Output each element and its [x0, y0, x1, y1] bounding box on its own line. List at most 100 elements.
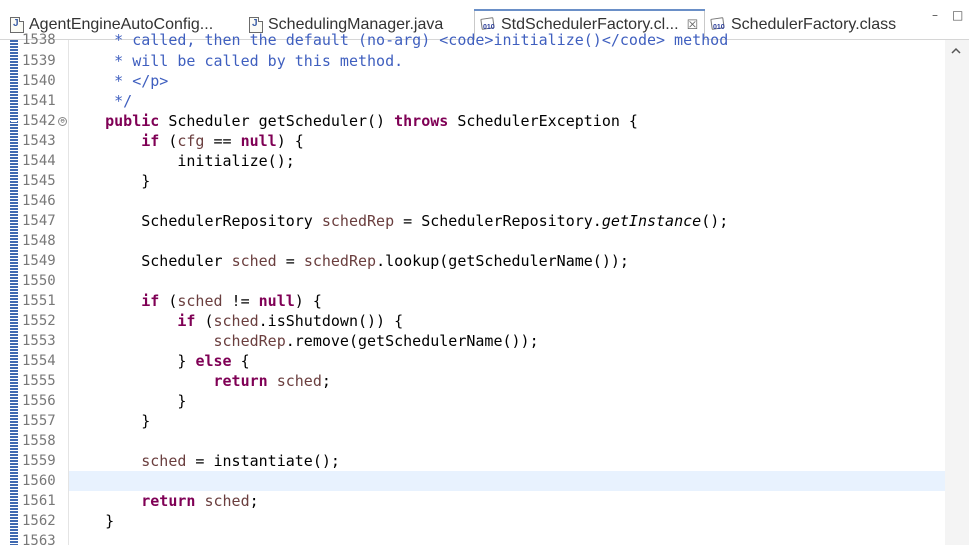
variable: sched: [267, 372, 322, 390]
code-line: 1541 */: [0, 91, 945, 111]
code-token: = SchedulerRepository.: [394, 212, 602, 230]
line-number: 1546: [22, 193, 56, 209]
vertical-scrollbar[interactable]: [945, 40, 969, 545]
line-number: 1543: [22, 133, 56, 149]
code-line: 1543 if (cfg == null) {: [0, 131, 945, 151]
code-text: schedRep.remove(getSchedulerName());: [69, 331, 539, 351]
code-token: {: [231, 352, 250, 370]
scroll-up-arrow-icon[interactable]: [951, 46, 961, 56]
variable: sched: [141, 452, 187, 470]
code-line: 1540 * </p>: [0, 71, 945, 91]
line-number: 1538: [22, 32, 56, 48]
line-number: 1547: [22, 213, 56, 229]
fold-collapse-icon[interactable]: ⊖: [58, 117, 67, 126]
code-line: 1558: [0, 431, 945, 451]
code-token: ();: [701, 212, 729, 230]
line-number: 1540: [22, 73, 56, 89]
code-token: ;: [321, 372, 331, 390]
code-token: !=: [222, 292, 259, 310]
code-token: ;: [249, 492, 259, 510]
line-number: 1550: [22, 273, 56, 289]
keyword: public: [105, 112, 160, 130]
code-line: 1553 schedRep.remove(getSchedulerName())…: [0, 331, 945, 351]
code-line: 1563: [0, 531, 945, 551]
code-token: (: [159, 132, 178, 150]
code-line: 1559 sched = instantiate();: [0, 451, 945, 471]
line-number: 1541: [22, 93, 56, 109]
code-token: ) {: [294, 292, 322, 310]
code-line: 1539 * will be called by this method.: [0, 51, 945, 71]
code-text: }: [69, 511, 114, 531]
line-number: 1563: [22, 533, 56, 549]
code-line: 1555 return sched;: [0, 371, 945, 391]
variable: cfg: [177, 132, 205, 150]
line-number: 1559: [22, 453, 56, 469]
variable: sched: [177, 292, 223, 310]
line-number: 1552: [22, 313, 56, 329]
line-number: 1560: [22, 473, 56, 489]
code-token: }: [141, 172, 151, 190]
code-line: 1549 Scheduler sched = schedRep.lookup(g…: [0, 251, 945, 271]
code-token: .lookup(getSchedulerName());: [376, 252, 629, 270]
code-text: }: [69, 391, 186, 411]
code-token: =: [276, 252, 304, 270]
code-text: */: [69, 92, 133, 110]
code-line: 1548: [0, 231, 945, 251]
code-text: return sched;: [69, 371, 331, 391]
code-token: }: [177, 392, 187, 410]
line-number: 1561: [22, 493, 56, 509]
code-text: if (cfg == null) {: [69, 131, 304, 151]
code-text: * </p>: [69, 71, 168, 91]
line-number: 1562: [22, 513, 56, 529]
code-line: 1562 }: [0, 511, 945, 531]
line-number: 1558: [22, 433, 56, 449]
code-token: = instantiate();: [186, 452, 340, 470]
comment-text: * </p>: [69, 72, 169, 90]
code-token: .remove(getSchedulerName());: [285, 332, 539, 350]
code-token: ==: [204, 132, 241, 150]
static-method: getInstance: [601, 212, 702, 230]
code-token: Scheduler getScheduler(): [159, 112, 395, 130]
keyword: return: [141, 492, 196, 510]
code-token: .isShutdown()) {: [258, 312, 404, 330]
maximize-icon[interactable]: □: [952, 8, 963, 22]
variable: sched: [195, 492, 250, 510]
line-number: 1539: [22, 53, 56, 69]
code-line: 1545 }: [0, 171, 945, 191]
code-text: SchedulerRepository schedRep = Scheduler…: [69, 211, 728, 231]
code-text: Scheduler sched = schedRep.lookup(getSch…: [69, 251, 629, 271]
keyword: throws: [394, 112, 449, 130]
code-token: }: [177, 352, 196, 370]
code-text: initialize();: [69, 151, 295, 171]
code-token: (: [195, 312, 214, 330]
code-line: 1554 } else {: [0, 351, 945, 371]
line-number: 1545: [22, 173, 56, 189]
line-number: 1556: [22, 393, 56, 409]
code-token: initialize();: [177, 152, 295, 170]
code-line: 1542 ⊖ public Scheduler getScheduler() t…: [0, 111, 945, 131]
code-line: 1544 initialize();: [0, 151, 945, 171]
keyword: if: [177, 312, 196, 330]
code-text: if (sched != null) {: [69, 291, 322, 311]
code-line: 1546: [0, 191, 945, 211]
variable: schedRep: [213, 332, 286, 350]
line-number: 1554: [22, 353, 56, 369]
line-number: 1542: [22, 113, 56, 129]
minimize-icon[interactable]: –: [932, 8, 938, 22]
code-token: ) {: [276, 132, 304, 150]
code-line: 1556 }: [0, 391, 945, 411]
line-number: 1557: [22, 413, 56, 429]
keyword: if: [141, 132, 160, 150]
code-token: (: [159, 292, 178, 310]
code-line: 1547 SchedulerRepository schedRep = Sche…: [0, 211, 945, 231]
code-line: 1550: [0, 271, 945, 291]
code-text: } else {: [69, 351, 250, 371]
code-token: }: [105, 512, 115, 530]
code-text: * will be called by this method.: [69, 52, 404, 70]
variable: schedRep: [303, 252, 377, 270]
code-text: sched = instantiate();: [69, 451, 340, 471]
variable: schedRep: [321, 212, 395, 230]
code-text: }: [69, 411, 150, 431]
variable: sched: [231, 252, 277, 270]
line-number: 1555: [22, 373, 56, 389]
